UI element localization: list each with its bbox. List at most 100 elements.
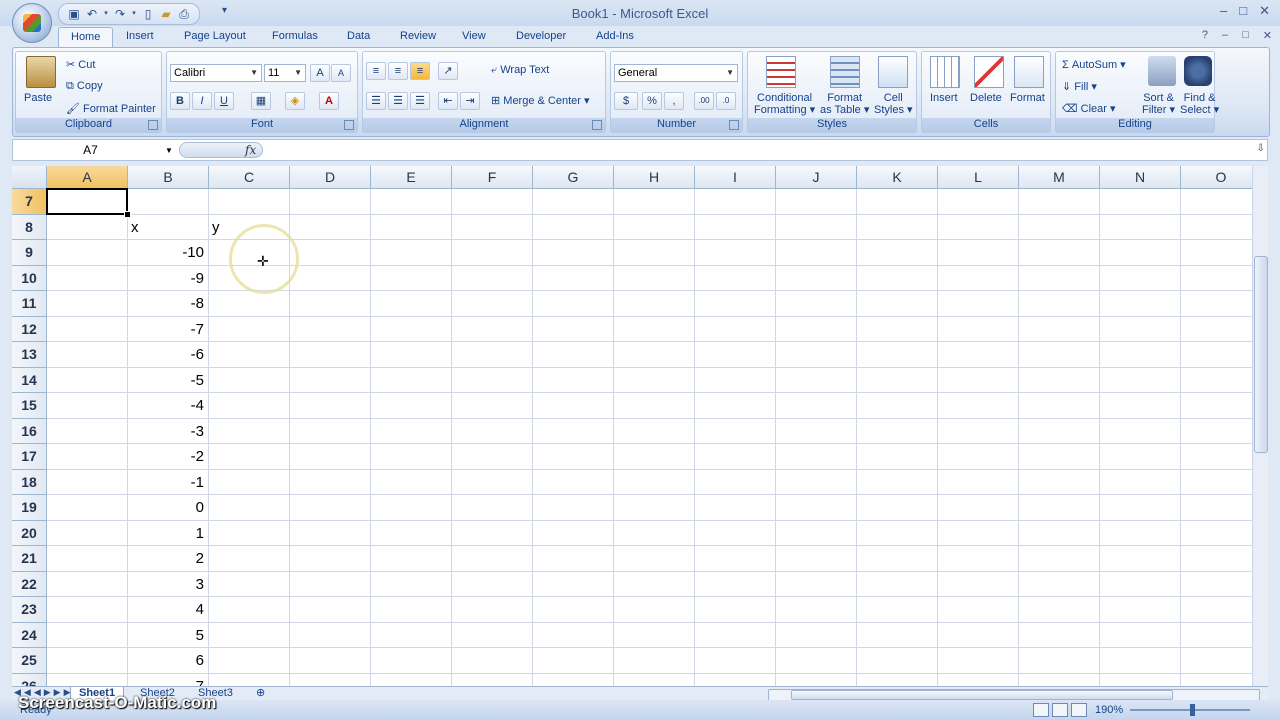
cell-f23[interactable] <box>452 597 533 623</box>
cell-g19[interactable] <box>533 495 614 521</box>
tab-view[interactable]: View <box>462 30 486 42</box>
cell-m16[interactable] <box>1019 418 1100 444</box>
office-button[interactable] <box>12 3 52 43</box>
cell-c16[interactable] <box>209 418 290 444</box>
cell-i14[interactable] <box>695 367 776 393</box>
borders-icon[interactable]: ▦ <box>251 92 271 110</box>
cell-a14[interactable] <box>47 367 128 393</box>
cell-a11[interactable] <box>47 291 128 317</box>
cell-b16[interactable]: -3 <box>128 418 209 444</box>
cell-n22[interactable] <box>1100 571 1181 597</box>
cell-g20[interactable] <box>533 520 614 546</box>
cell-g15[interactable] <box>533 393 614 419</box>
cell-o25[interactable] <box>1181 648 1252 674</box>
align-top-icon[interactable]: ≡ <box>366 62 386 80</box>
paste-icon[interactable] <box>26 56 56 88</box>
cell-d26[interactable] <box>290 673 371 686</box>
currency-button[interactable]: $ <box>614 92 638 110</box>
cell-i18[interactable] <box>695 469 776 495</box>
comma-button[interactable]: , <box>664 92 684 110</box>
cell-a24[interactable] <box>47 622 128 648</box>
cell-c20[interactable] <box>209 520 290 546</box>
cell-h20[interactable] <box>614 520 695 546</box>
zoom-slider-knob[interactable] <box>1190 704 1195 716</box>
cell-m24[interactable] <box>1019 622 1100 648</box>
tab-page-layout[interactable]: Page Layout <box>184 30 246 42</box>
cell-m10[interactable] <box>1019 265 1100 291</box>
insert-function-button[interactable]: fx <box>245 143 256 157</box>
cell-d22[interactable] <box>290 571 371 597</box>
cell-f12[interactable] <box>452 316 533 342</box>
cell-c7[interactable] <box>209 189 290 215</box>
cell-g21[interactable] <box>533 546 614 572</box>
cell-e23[interactable] <box>371 597 452 623</box>
cell-g10[interactable] <box>533 265 614 291</box>
percent-button[interactable]: % <box>642 92 662 110</box>
column-header-k[interactable]: K <box>857 166 938 189</box>
cell-h26[interactable] <box>614 673 695 686</box>
row-header-15[interactable]: 15 <box>12 393 47 419</box>
cell-i25[interactable] <box>695 648 776 674</box>
cell-j12[interactable] <box>776 316 857 342</box>
cell-j7[interactable] <box>776 189 857 215</box>
number-format-select[interactable]: General ▼ <box>614 64 738 82</box>
cell-i12[interactable] <box>695 316 776 342</box>
cell-m9[interactable] <box>1019 240 1100 266</box>
vertical-scroll-thumb[interactable] <box>1254 256 1268 453</box>
row-header-16[interactable]: 16 <box>12 418 47 444</box>
conditional-formatting-icon[interactable] <box>766 56 796 88</box>
cell-f15[interactable] <box>452 393 533 419</box>
cell-l25[interactable] <box>938 648 1019 674</box>
bold-button[interactable]: B <box>170 92 190 110</box>
cell-g22[interactable] <box>533 571 614 597</box>
cell-m15[interactable] <box>1019 393 1100 419</box>
row-header-19[interactable]: 19 <box>12 495 47 521</box>
row-header-18[interactable]: 18 <box>12 469 47 495</box>
font-size-select[interactable]: 11 ▼ <box>264 64 306 82</box>
cell-b8[interactable]: x <box>128 214 209 240</box>
cell-d10[interactable] <box>290 265 371 291</box>
cell-a16[interactable] <box>47 418 128 444</box>
find-select-button[interactable]: Find & Select ▾ <box>1180 92 1219 116</box>
cell-l19[interactable] <box>938 495 1019 521</box>
cell-l15[interactable] <box>938 393 1019 419</box>
cell-m8[interactable] <box>1019 214 1100 240</box>
cell-j11[interactable] <box>776 291 857 317</box>
cell-l26[interactable] <box>938 673 1019 686</box>
cell-e7[interactable] <box>371 189 452 215</box>
cell-k15[interactable] <box>857 393 938 419</box>
cell-d21[interactable] <box>290 546 371 572</box>
cell-h23[interactable] <box>614 597 695 623</box>
paste-button[interactable]: Paste <box>24 92 52 104</box>
cell-o8[interactable] <box>1181 215 1252 240</box>
cell-o18[interactable] <box>1181 470 1252 495</box>
worksheet-grid[interactable]: ABCDEFGHIJKLMNO 7 8 x y 9 -10 10 -9 11 -8 12 -7 13 -6… <box>12 166 1252 686</box>
cell-l22[interactable] <box>938 571 1019 597</box>
cell-b22[interactable]: 3 <box>128 571 209 597</box>
cell-l17[interactable] <box>938 444 1019 470</box>
cell-j15[interactable] <box>776 393 857 419</box>
cell-o16[interactable] <box>1181 419 1252 444</box>
cell-d11[interactable] <box>290 291 371 317</box>
column-header-d[interactable]: D <box>290 166 371 189</box>
row-header-17[interactable]: 17 <box>12 444 47 470</box>
sort-filter-icon[interactable] <box>1148 56 1176 86</box>
cell-a17[interactable] <box>47 444 128 470</box>
cell-h22[interactable] <box>614 571 695 597</box>
column-header-i[interactable]: I <box>695 166 776 189</box>
cell-l16[interactable] <box>938 418 1019 444</box>
cell-k7[interactable] <box>857 189 938 215</box>
cell-d7[interactable] <box>290 189 371 215</box>
cell-f11[interactable] <box>452 291 533 317</box>
cell-d18[interactable] <box>290 469 371 495</box>
cell-k20[interactable] <box>857 520 938 546</box>
restore-button[interactable]: □ <box>1239 3 1247 19</box>
zoom-level[interactable]: 190% <box>1095 704 1123 716</box>
cell-n7[interactable] <box>1100 189 1181 215</box>
insert-cells-icon[interactable] <box>930 56 960 88</box>
cell-c14[interactable] <box>209 367 290 393</box>
cell-n17[interactable] <box>1100 444 1181 470</box>
format-painter-button[interactable]: 🖌 Format Painter <box>66 102 156 115</box>
clipboard-launcher[interactable] <box>148 120 158 130</box>
column-header-b[interactable]: B <box>128 166 209 189</box>
